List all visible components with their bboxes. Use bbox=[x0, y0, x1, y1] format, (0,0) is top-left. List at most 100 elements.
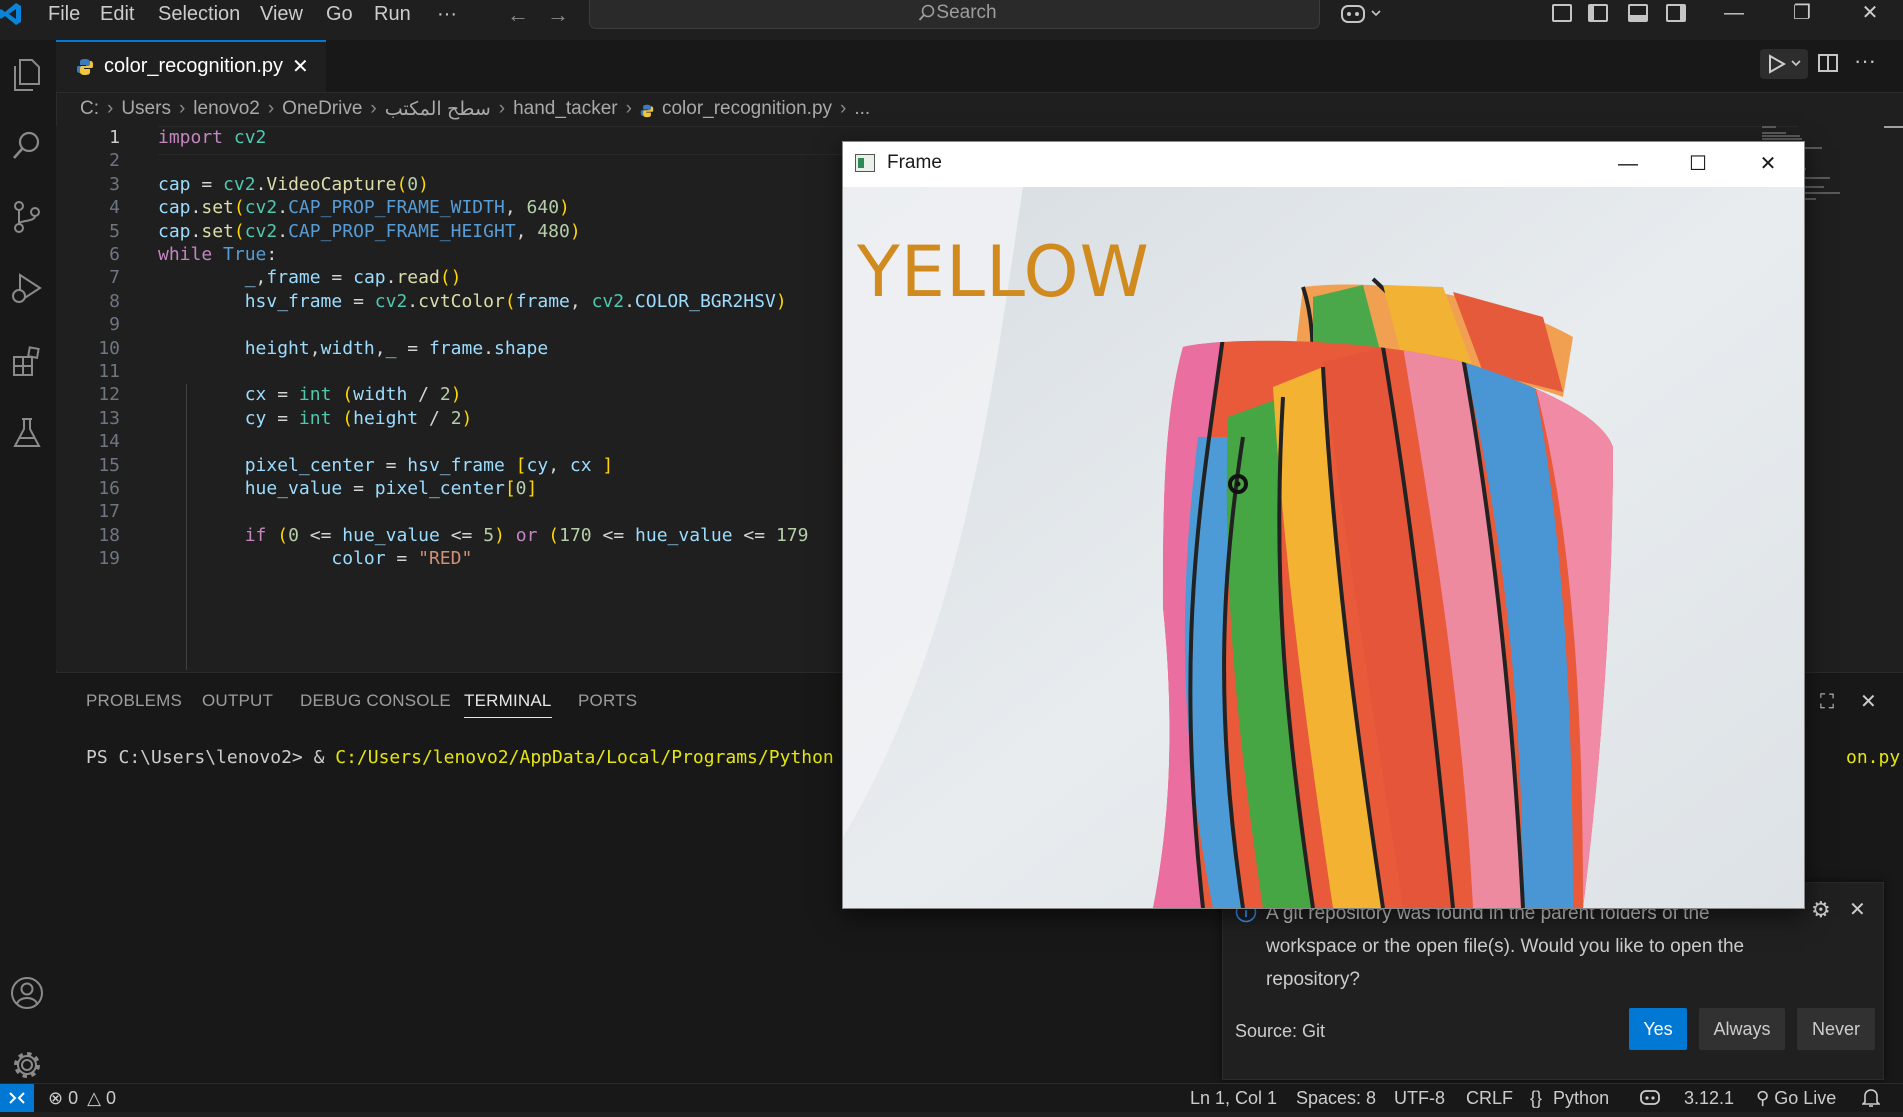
breadcrumb-item[interactable]: Users bbox=[121, 98, 171, 120]
editor-tab-bar: color_recognition.py ✕ ··· bbox=[56, 40, 1903, 93]
terminal-command-tail: on.py" bbox=[1846, 747, 1903, 768]
chevron-right-icon: › bbox=[498, 98, 506, 119]
frame-title-bar[interactable]: Frame — ☐ ✕ bbox=[843, 142, 1804, 187]
menu-view[interactable]: View bbox=[260, 0, 303, 28]
breadcrumb-item[interactable]: OneDrive bbox=[282, 98, 362, 120]
tab-close-icon[interactable]: ✕ bbox=[292, 54, 309, 79]
search-sidebar-icon[interactable] bbox=[6, 124, 48, 166]
explorer-icon[interactable] bbox=[6, 54, 48, 96]
copilot-icon[interactable] bbox=[1340, 2, 1384, 29]
python-file-icon bbox=[640, 102, 654, 118]
menu-file[interactable]: File bbox=[48, 0, 80, 28]
chevron-right-icon: › bbox=[267, 98, 275, 119]
restore-icon[interactable]: ❐ bbox=[1774, 0, 1830, 28]
split-editor-icon[interactable] bbox=[1818, 54, 1838, 72]
search-placeholder: Search bbox=[936, 2, 997, 23]
toggle-panel-icon[interactable] bbox=[1628, 4, 1648, 22]
indentation[interactable]: Spaces: 8 bbox=[1296, 1088, 1376, 1109]
tab-problems[interactable]: PROBLEMS bbox=[86, 691, 182, 711]
notifications-bell-icon[interactable] bbox=[1861, 1088, 1881, 1113]
braces-icon: {} bbox=[1530, 1088, 1543, 1108]
go-live-label: Go Live bbox=[1774, 1088, 1837, 1108]
minimize-icon[interactable]: — bbox=[1706, 0, 1762, 28]
chevron-right-icon: › bbox=[107, 98, 114, 119]
toggle-primary-sidebar-icon[interactable] bbox=[1588, 4, 1608, 22]
extensions-icon[interactable] bbox=[6, 340, 48, 382]
source-control-icon[interactable] bbox=[6, 196, 48, 238]
notification-source: Source: Git bbox=[1235, 1021, 1326, 1041]
tab-label: color_recognition.py bbox=[104, 55, 283, 77]
frame-maximize-icon[interactable]: ☐ bbox=[1663, 146, 1733, 182]
menu-more[interactable]: ··· bbox=[437, 0, 457, 28]
camera-frame-image[interactable]: YELLOW bbox=[843, 187, 1804, 908]
detected-color-label: YELLOW bbox=[857, 231, 1150, 313]
vscode-logo-icon bbox=[0, 2, 22, 26]
encoding[interactable]: UTF-8 bbox=[1394, 1088, 1445, 1109]
problems-status[interactable]: ⊗ 0 △ 0 bbox=[48, 1088, 116, 1109]
terminal-output[interactable]: PS C:\Users\lenovo2> & C:/Users/lenovo2/… bbox=[86, 747, 834, 768]
go-live-button[interactable]: ⚲ Go Live bbox=[1756, 1088, 1836, 1109]
python-file-icon bbox=[76, 58, 94, 81]
tab-debug-console[interactable]: DEBUG CONSOLE bbox=[300, 691, 451, 711]
manage-gear-icon[interactable] bbox=[6, 1044, 48, 1086]
testing-flask-icon[interactable] bbox=[6, 412, 48, 454]
activity-bar bbox=[0, 40, 57, 1083]
frame-minimize-icon[interactable]: — bbox=[1593, 146, 1663, 182]
terminal-prompt: PS C:\Users\lenovo2> & bbox=[86, 747, 336, 768]
back-arrow-icon[interactable]: ← bbox=[507, 2, 529, 28]
remote-window-icon[interactable] bbox=[0, 1084, 34, 1112]
menu-selection[interactable]: Selection bbox=[158, 0, 240, 28]
run-debug-icon[interactable] bbox=[6, 268, 48, 310]
python-interpreter[interactable]: 3.12.1 bbox=[1684, 1088, 1734, 1109]
breadcrumb-item[interactable]: ... bbox=[854, 98, 870, 120]
close-window-icon[interactable]: ✕ bbox=[1842, 0, 1898, 28]
copilot-status-icon[interactable] bbox=[1640, 1088, 1660, 1111]
error-count: 0 bbox=[68, 1088, 79, 1108]
frame-close-icon[interactable]: ✕ bbox=[1733, 146, 1803, 182]
frame-app-icon bbox=[855, 154, 875, 172]
tab-ports[interactable]: PORTS bbox=[578, 691, 637, 711]
notification-message: A git repository was found in the parent… bbox=[1266, 903, 1745, 990]
close-panel-icon[interactable]: ✕ bbox=[1860, 689, 1877, 714]
overview-ruler-mark bbox=[1884, 126, 1903, 128]
forward-arrow-icon[interactable]: → bbox=[547, 2, 569, 28]
notification-settings-gear-icon[interactable]: ⚙ bbox=[1811, 897, 1831, 923]
line-ending[interactable]: CRLF bbox=[1466, 1088, 1513, 1109]
error-icon: ⊗ bbox=[48, 1088, 64, 1108]
toggle-secondary-sidebar-icon[interactable] bbox=[1666, 4, 1686, 22]
code-text: color = "RED" bbox=[331, 548, 473, 569]
terminal-command-path: C:/Users/lenovo2/AppData/Local/Programs/… bbox=[335, 747, 834, 768]
chevron-right-icon: › bbox=[840, 98, 847, 119]
warning-count: 0 bbox=[106, 1088, 117, 1108]
always-button[interactable]: Always bbox=[1699, 1008, 1785, 1050]
menu-edit[interactable]: Edit bbox=[100, 0, 134, 28]
chevron-right-icon: › bbox=[178, 98, 186, 119]
tab-output[interactable]: OUTPUT bbox=[202, 691, 273, 711]
language-mode[interactable]: {} Python bbox=[1530, 1088, 1609, 1109]
status-bar: ⊗ 0 △ 0 Ln 1, Col 1 Spaces: 8 UTF-8 CRLF… bbox=[0, 1083, 1903, 1112]
breadcrumb-item[interactable]: color_recognition.py bbox=[662, 98, 832, 120]
maximize-panel-icon[interactable]: ⛶ bbox=[1820, 691, 1834, 714]
yes-button[interactable]: Yes bbox=[1629, 1008, 1687, 1050]
accounts-icon[interactable] bbox=[6, 972, 48, 1014]
warning-icon: △ bbox=[87, 1088, 101, 1108]
frame-title: Frame bbox=[887, 152, 942, 173]
language-label: Python bbox=[1553, 1088, 1610, 1108]
customize-layout-icon[interactable] bbox=[1552, 4, 1572, 22]
more-actions-icon[interactable]: ··· bbox=[1854, 48, 1876, 74]
breadcrumb-item[interactable]: lenovo2 bbox=[193, 98, 260, 120]
cursor-position[interactable]: Ln 1, Col 1 bbox=[1190, 1088, 1277, 1109]
breadcrumb-item[interactable]: C: bbox=[80, 98, 99, 120]
menu-go[interactable]: Go bbox=[326, 0, 353, 28]
menu-run[interactable]: Run bbox=[374, 0, 411, 28]
never-button[interactable]: Never bbox=[1797, 1008, 1875, 1050]
notification-close-icon[interactable]: ✕ bbox=[1849, 897, 1866, 922]
tab-terminal[interactable]: TERMINAL bbox=[464, 691, 552, 718]
tab-color-recognition[interactable]: color_recognition.py ✕ bbox=[56, 40, 326, 92]
command-center-search[interactable]: Search bbox=[589, 0, 1320, 29]
frame-window: Frame — ☐ ✕ YELLOW bbox=[842, 141, 1805, 909]
run-python-file-icon[interactable] bbox=[1760, 49, 1808, 79]
breadcrumb-item[interactable]: hand_tacker bbox=[513, 98, 618, 120]
breadcrumb-item[interactable]: سطح المكتب bbox=[385, 98, 491, 121]
broadcast-icon: ⚲ bbox=[1756, 1088, 1770, 1108]
